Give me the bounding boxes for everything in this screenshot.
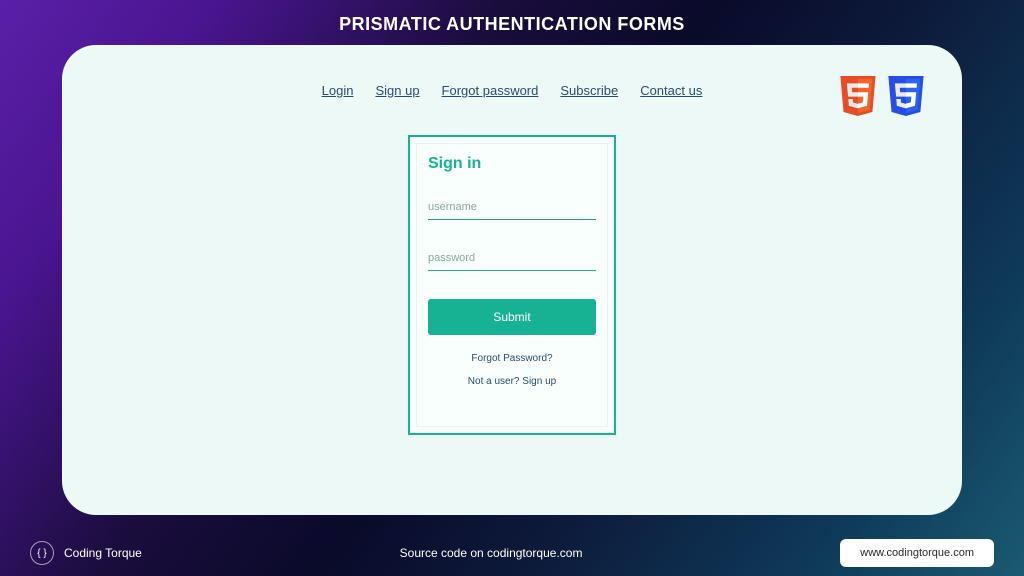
signin-title: Sign in <box>428 155 596 173</box>
html5-icon <box>838 73 878 119</box>
nav-forgot-password[interactable]: Forgot password <box>442 83 539 98</box>
forgot-password-link[interactable]: Forgot Password? <box>428 353 596 364</box>
submit-button[interactable]: Submit <box>428 299 596 335</box>
main-card: Login Sign up Forgot password Subscribe … <box>62 45 962 515</box>
username-input[interactable] <box>428 195 596 220</box>
brand-name: Coding Torque <box>64 546 142 560</box>
nav-bar: Login Sign up Forgot password Subscribe … <box>100 83 924 98</box>
tech-icons <box>838 73 926 119</box>
nav-contact-us[interactable]: Contact us <box>640 83 702 98</box>
nav-subscribe[interactable]: Subscribe <box>560 83 618 98</box>
footer-url-badge[interactable]: www.codingtorque.com <box>840 539 994 567</box>
nav-login[interactable]: Login <box>322 83 354 98</box>
brand-logo-icon: { } <box>30 541 54 565</box>
footer-brand: { } Coding Torque <box>30 541 142 565</box>
signup-link[interactable]: Not a user? Sign up <box>428 376 596 387</box>
css3-icon <box>886 73 926 119</box>
page-title: PRISMATIC AUTHENTICATION FORMS <box>0 0 1024 45</box>
footer: { } Coding Torque Source code on codingt… <box>0 530 1024 576</box>
password-input[interactable] <box>428 246 596 271</box>
nav-signup[interactable]: Sign up <box>375 83 419 98</box>
signin-form: Sign in Submit Forgot Password? Not a us… <box>408 135 616 435</box>
footer-center-text: Source code on codingtorque.com <box>400 546 583 560</box>
